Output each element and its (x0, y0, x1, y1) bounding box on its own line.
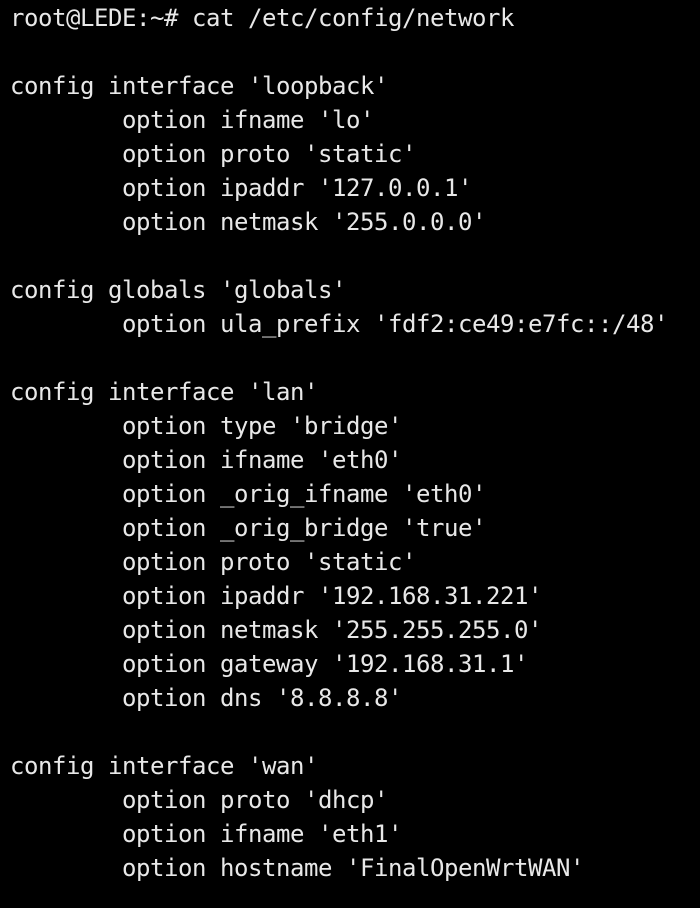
terminal-line-0: root@LEDE:~# cat /etc/config/network (10, 1, 700, 35)
line-text: option ula_prefix 'fdf2:ce49:e7fc::/48' (122, 310, 668, 338)
terminal-line-22: config interface 'wan' (10, 749, 700, 783)
terminal-line-9: option ula_prefix 'fdf2:ce49:e7fc::/48' (10, 307, 700, 341)
terminal-line-4: option proto 'static' (10, 137, 700, 171)
line-text: option _orig_bridge 'true' (122, 514, 486, 542)
terminal-line-10 (10, 341, 700, 375)
line-text: config interface 'lan' (10, 378, 318, 406)
line-text: config interface 'wan' (10, 752, 318, 780)
terminal-line-14: option _orig_ifname 'eth0' (10, 477, 700, 511)
terminal-line-20: option dns '8.8.8.8' (10, 681, 700, 715)
terminal-line-16: option proto 'static' (10, 545, 700, 579)
line-text: option ifname 'eth0' (122, 446, 402, 474)
line-text: option _orig_ifname 'eth0' (122, 480, 486, 508)
terminal-line-21 (10, 715, 700, 749)
line-text: config interface 'loopback' (10, 72, 388, 100)
line-text: option ipaddr '192.168.31.221' (122, 582, 542, 610)
terminal-line-3: option ifname 'lo' (10, 103, 700, 137)
line-text: option proto 'static' (122, 140, 416, 168)
terminal-line-23: option proto 'dhcp' (10, 783, 700, 817)
line-text: option gateway '192.168.31.1' (122, 650, 528, 678)
terminal-line-13: option ifname 'eth0' (10, 443, 700, 477)
terminal-window[interactable]: root@LEDE:~# cat /etc/config/network con… (0, 0, 700, 908)
terminal-line-11: config interface 'lan' (10, 375, 700, 409)
line-text: option netmask '255.255.255.0' (122, 616, 542, 644)
line-text: option dns '8.8.8.8' (122, 684, 402, 712)
line-text: option proto 'dhcp' (122, 786, 388, 814)
terminal-line-18: option netmask '255.255.255.0' (10, 613, 700, 647)
terminal-line-15: option _orig_bridge 'true' (10, 511, 700, 545)
terminal-line-7 (10, 239, 700, 273)
terminal-line-12: option type 'bridge' (10, 409, 700, 443)
line-text: option netmask '255.0.0.0' (122, 208, 486, 236)
terminal-line-2: config interface 'loopback' (10, 69, 700, 103)
line-text: option ifname 'eth1' (122, 820, 402, 848)
terminal-line-25: option hostname 'FinalOpenWrtWAN' (10, 851, 700, 885)
line-text: root@LEDE:~# cat /etc/config/network (10, 4, 514, 32)
terminal-line-19: option gateway '192.168.31.1' (10, 647, 700, 681)
terminal-line-17: option ipaddr '192.168.31.221' (10, 579, 700, 613)
line-text: option type 'bridge' (122, 412, 402, 440)
terminal-line-5: option ipaddr '127.0.0.1' (10, 171, 700, 205)
terminal-line-24: option ifname 'eth1' (10, 817, 700, 851)
line-text: config globals 'globals' (10, 276, 346, 304)
terminal-line-6: option netmask '255.0.0.0' (10, 205, 700, 239)
line-text: option ipaddr '127.0.0.1' (122, 174, 472, 202)
terminal-line-8: config globals 'globals' (10, 273, 700, 307)
terminal-line-1 (10, 35, 700, 69)
line-text: option hostname 'FinalOpenWrtWAN' (122, 854, 584, 882)
line-text: option ifname 'lo' (122, 106, 374, 134)
line-text: option proto 'static' (122, 548, 416, 576)
